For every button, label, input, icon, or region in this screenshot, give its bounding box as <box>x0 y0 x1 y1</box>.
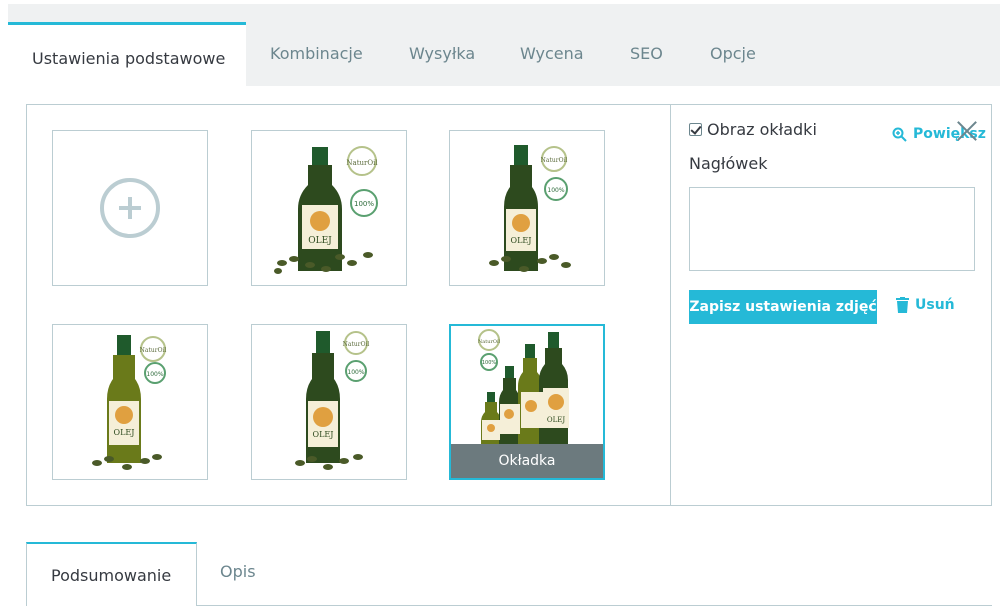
product-image-thumb[interactable]: OLEJ NaturOil 100% <box>251 324 407 480</box>
oil-bottle-image: OLEJ NaturOil 100% <box>274 146 378 274</box>
natural-badge: 100% <box>146 371 163 378</box>
delete-image-button[interactable]: Usuń <box>896 297 955 313</box>
tab-summary[interactable]: Podsumowanie <box>26 542 197 606</box>
product-image-thumb[interactable]: OLEJ NaturOil 100% <box>251 130 407 286</box>
plus-circle-icon <box>100 178 160 238</box>
cover-checkbox[interactable] <box>689 123 702 136</box>
tab-pricing[interactable]: Wycena <box>520 44 584 63</box>
cover-image-option[interactable]: Obraz okładki <box>689 120 817 139</box>
natural-badge: 100% <box>354 200 374 208</box>
natural-badge: 100% <box>547 187 564 194</box>
cover-checkbox-label: Obraz okładki <box>707 120 817 139</box>
tab-seo[interactable]: SEO <box>630 44 663 63</box>
add-image-tile[interactable] <box>52 130 208 286</box>
product-image-thumb[interactable]: OLEJ NaturOil 100% <box>52 324 208 480</box>
tab-basic-settings[interactable]: Ustawienia podstawowe <box>8 22 246 86</box>
cover-label: Okładka <box>451 444 603 478</box>
product-label: OLEJ <box>511 236 532 245</box>
product-label: OLEJ <box>114 428 135 437</box>
natural-badge: 100% <box>482 360 497 366</box>
brand-label: NaturOil <box>541 157 568 164</box>
panel-divider <box>670 105 671 505</box>
tab-combinations[interactable]: Kombinacje <box>270 44 363 63</box>
cover-image-thumb[interactable]: NaturOil 100% OLEJ Okładka <box>449 324 605 480</box>
tab-description[interactable]: Opis <box>220 562 256 581</box>
oil-bottle-image: OLEJ NaturOil 100% <box>92 335 167 470</box>
product-label: OLEJ <box>313 430 334 439</box>
brand-label: NaturOil <box>346 159 378 167</box>
product-label: OLEJ <box>308 236 332 246</box>
brand-label: NaturOil <box>140 347 167 354</box>
natural-badge: 100% <box>347 369 364 376</box>
brand-label: NaturOil <box>343 341 370 348</box>
caption-input[interactable] <box>689 187 975 271</box>
product-tabs: Ustawienia podstawowe Kombinacje Wysyłka… <box>8 4 1000 86</box>
description-tabs: Podsumowanie Opis <box>26 542 992 606</box>
oil-bottle-image: OLEJ NaturOil 100% <box>489 145 571 272</box>
save-image-settings-button[interactable]: Zapisz ustawienia zdjęć <box>689 290 877 324</box>
tab-options[interactable]: Opcje <box>710 44 756 63</box>
product-label: OLEJ <box>547 416 565 424</box>
oil-bottles-group-image: NaturOil 100% OLEJ <box>478 329 569 444</box>
oil-bottle-image: OLEJ NaturOil 100% <box>295 331 370 470</box>
brand-label: NaturOil <box>478 339 501 345</box>
product-image-thumb[interactable]: OLEJ NaturOil 100% <box>449 130 605 286</box>
delete-label: Usuń <box>915 297 955 313</box>
caption-label: Nagłówek <box>689 154 768 173</box>
trash-icon <box>896 297 909 313</box>
close-icon[interactable] <box>956 120 978 142</box>
zoom-in-icon <box>892 127 907 142</box>
tab-shipping[interactable]: Wysyłka <box>409 44 475 63</box>
